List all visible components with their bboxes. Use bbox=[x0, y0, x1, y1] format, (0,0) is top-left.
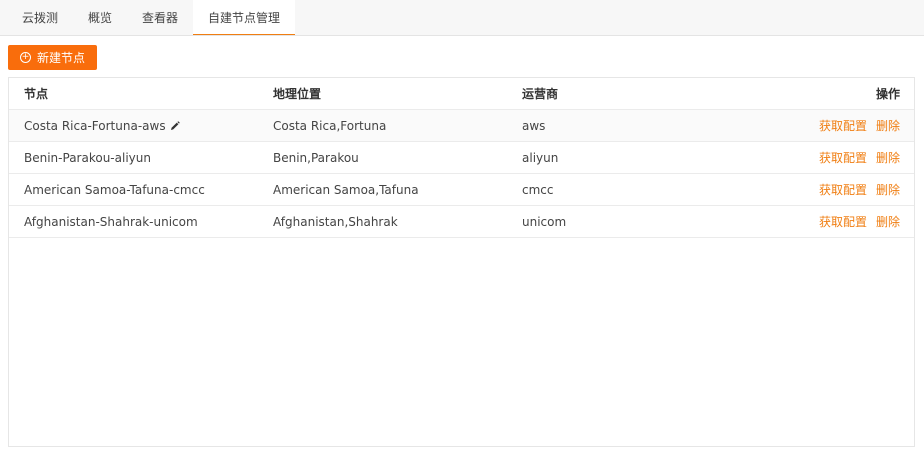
delete-link[interactable]: 删除 bbox=[876, 151, 900, 165]
node-name: Afghanistan-Shahrak-unicom bbox=[24, 214, 198, 229]
node-name: Costa Rica-Fortuna-aws bbox=[24, 118, 166, 133]
geo-cell: Benin,Parakou bbox=[273, 150, 359, 165]
delete-link[interactable]: 删除 bbox=[876, 119, 900, 133]
delete-link[interactable]: 删除 bbox=[876, 183, 900, 197]
table-row: American Samoa-Tafuna-cmcc American Samo… bbox=[9, 174, 914, 206]
geo-cell: Afghanistan,Shahrak bbox=[273, 214, 398, 229]
node-name: Benin-Parakou-aliyun bbox=[24, 150, 151, 165]
new-node-button-label: 新建节点 bbox=[36, 51, 85, 65]
ops-cell: 获取配置 删除 bbox=[819, 117, 900, 134]
pencil-icon[interactable] bbox=[170, 120, 180, 131]
node-name-cell: Costa Rica-Fortuna-aws bbox=[24, 119, 180, 133]
header-geo: 地理位置 bbox=[273, 87, 322, 101]
get-config-link[interactable]: 获取配置 bbox=[819, 151, 867, 165]
ops-cell: 获取配置 删除 bbox=[819, 149, 900, 166]
table-row: Costa Rica-Fortuna-aws Costa Rica,Fortun… bbox=[9, 110, 914, 142]
isp-cell: unicom bbox=[522, 214, 567, 229]
tab-viewer[interactable]: 查看器 bbox=[127, 0, 193, 35]
node-name: American Samoa-Tafuna-cmcc bbox=[24, 182, 205, 197]
get-config-link[interactable]: 获取配置 bbox=[819, 215, 867, 229]
header-isp: 运营商 bbox=[522, 87, 559, 101]
ops-cell: 获取配置 删除 bbox=[819, 213, 900, 230]
table-row: Afghanistan-Shahrak-unicom Afghanistan,S… bbox=[9, 206, 914, 238]
header-ops: 操作 bbox=[875, 87, 900, 101]
tab-self-built-node-management[interactable]: 自建节点管理 bbox=[193, 0, 296, 35]
tab-overview[interactable]: 概览 bbox=[73, 0, 127, 35]
table-header-row: 节点 地理位置 运营商 操作 bbox=[9, 78, 914, 110]
get-config-link[interactable]: 获取配置 bbox=[819, 119, 867, 133]
isp-cell: aliyun bbox=[522, 150, 559, 165]
node-table: 节点 地理位置 运营商 操作 Costa Rica-Fortuna-aws Co… bbox=[8, 77, 915, 447]
geo-cell: American Samoa,Tafuna bbox=[273, 182, 419, 197]
plus-circle-icon: + bbox=[19, 52, 31, 63]
header-node: 节点 bbox=[24, 87, 49, 101]
geo-cell: Costa Rica,Fortuna bbox=[273, 118, 387, 133]
isp-cell: cmcc bbox=[522, 182, 554, 197]
isp-cell: aws bbox=[522, 118, 546, 133]
tab-cloud-probe[interactable]: 云拨测 bbox=[0, 0, 73, 35]
ops-cell: 获取配置 删除 bbox=[819, 181, 900, 198]
top-tab-bar: 云拨测 概览 查看器 自建节点管理 bbox=[0, 0, 924, 36]
table-row: Benin-Parakou-aliyun Benin,Parakou aliyu… bbox=[9, 142, 914, 174]
get-config-link[interactable]: 获取配置 bbox=[819, 183, 867, 197]
new-node-button[interactable]: + 新建节点 bbox=[8, 45, 97, 70]
delete-link[interactable]: 删除 bbox=[876, 215, 900, 229]
